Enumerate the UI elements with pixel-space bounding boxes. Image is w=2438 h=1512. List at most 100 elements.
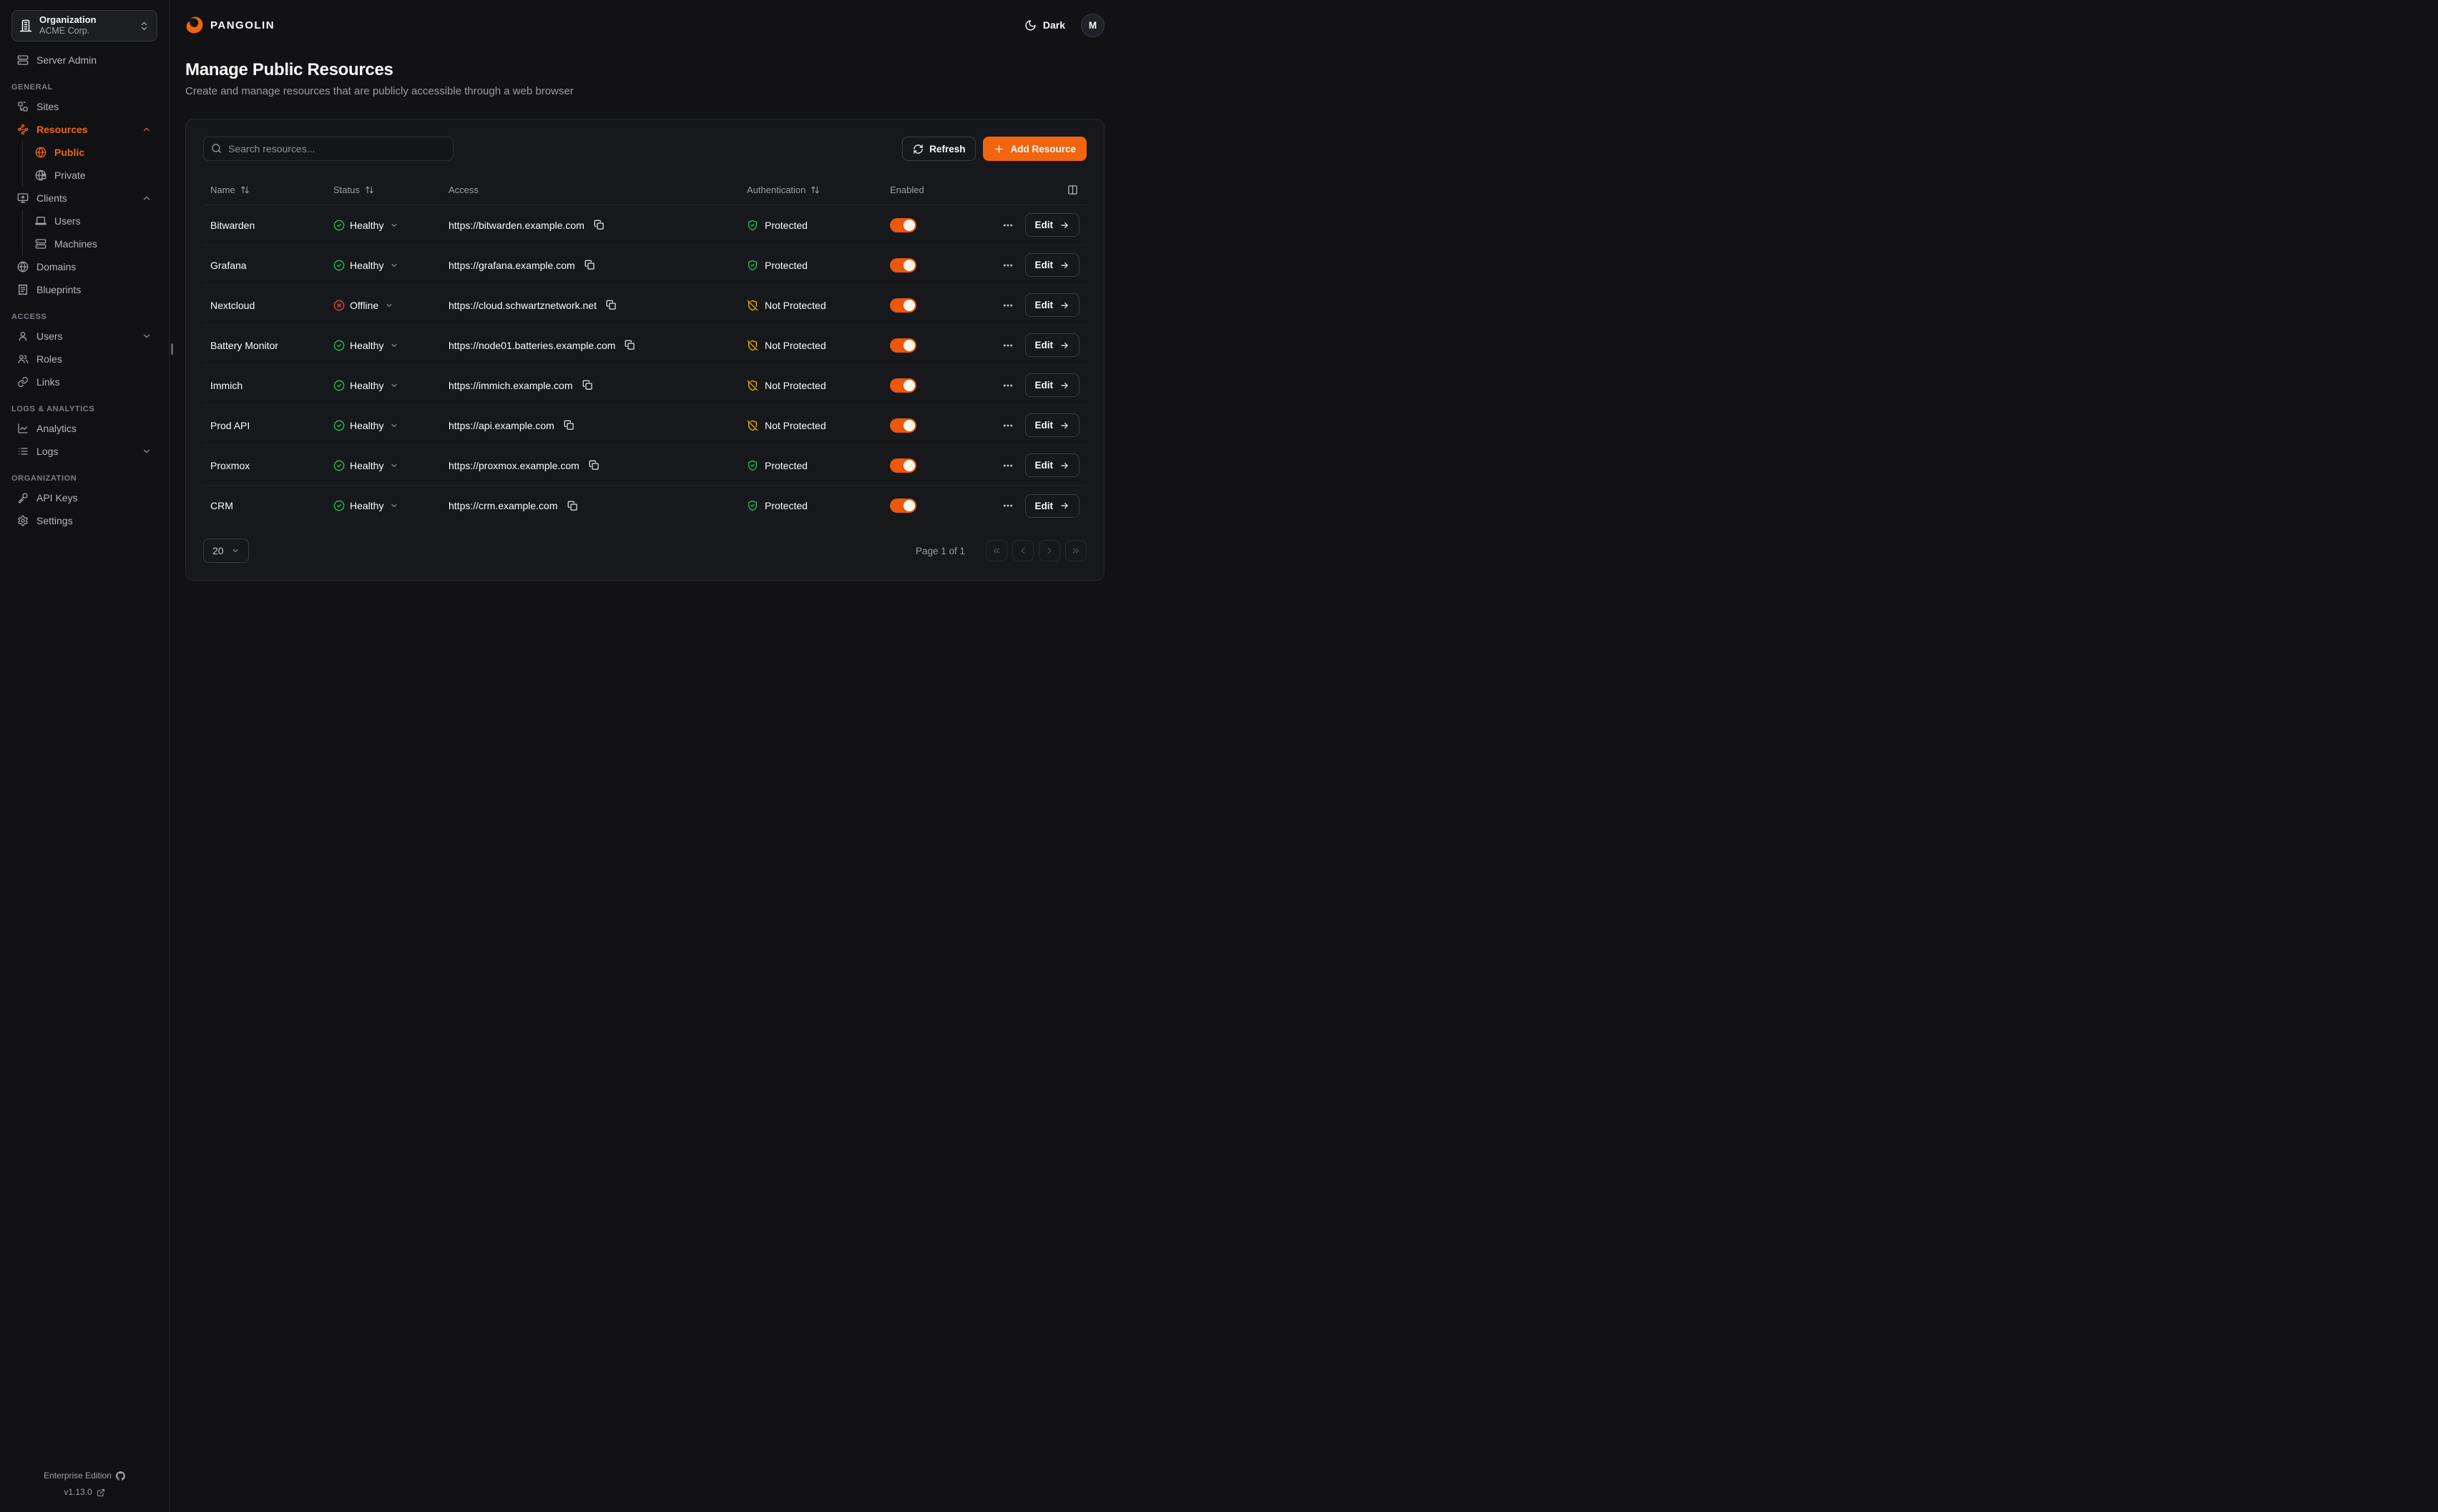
- column-header-authentication[interactable]: Authentication: [747, 185, 890, 195]
- sidebar-item-private[interactable]: Private: [23, 165, 157, 186]
- github-icon[interactable]: [116, 1471, 125, 1481]
- previous-page-button[interactable]: [1012, 540, 1034, 561]
- org-selector[interactable]: Organization ACME Corp.: [11, 10, 157, 41]
- auth-icon: [747, 500, 758, 511]
- external-link-icon[interactable]: [97, 1488, 105, 1497]
- resources-card: Refresh Add Resource Name Status: [185, 119, 1105, 581]
- column-visibility-button[interactable]: [1066, 183, 1080, 197]
- edit-button[interactable]: Edit: [1025, 413, 1080, 437]
- monitor-up-icon: [17, 192, 29, 204]
- sidebar-item-public[interactable]: Public: [23, 142, 157, 163]
- row-menu-button[interactable]: [1001, 297, 1015, 314]
- enabled-toggle[interactable]: [890, 418, 916, 433]
- enabled-toggle[interactable]: [890, 218, 916, 232]
- edition-label: Enterprise Edition: [44, 1468, 112, 1484]
- sidebar-item-links[interactable]: Links: [11, 371, 157, 393]
- page-size-select[interactable]: 20: [203, 539, 249, 563]
- status-dropdown[interactable]: Offline: [333, 300, 449, 311]
- chevron-down-icon: [142, 331, 152, 341]
- enabled-toggle[interactable]: [890, 458, 916, 473]
- sidebar-item-api-keys[interactable]: API Keys: [11, 487, 157, 509]
- edit-button[interactable]: Edit: [1025, 333, 1080, 357]
- table-header: Name Status Access Authentication Enable…: [203, 175, 1087, 205]
- column-header-status[interactable]: Status: [333, 185, 449, 195]
- globe-icon: [35, 147, 46, 158]
- sidebar-item-roles[interactable]: Roles: [11, 348, 157, 370]
- sidebar-item-domains[interactable]: Domains: [11, 256, 157, 278]
- copy-url-button[interactable]: [623, 338, 637, 352]
- copy-url-button[interactable]: [566, 499, 579, 513]
- refresh-button[interactable]: Refresh: [902, 137, 976, 161]
- arrow-right-icon: [1059, 260, 1069, 270]
- copy-url-button[interactable]: [604, 298, 618, 312]
- row-menu-button[interactable]: [1001, 257, 1015, 274]
- sort-icon[interactable]: [240, 185, 250, 195]
- table-row: Immich Healthy https://immich.example.co…: [203, 365, 1087, 406]
- sidebar-item-settings[interactable]: Settings: [11, 510, 157, 531]
- row-menu-button[interactable]: [1001, 217, 1015, 234]
- row-menu-button[interactable]: [1001, 417, 1015, 434]
- sidebar-item-users[interactable]: Users: [23, 210, 157, 232]
- last-page-button[interactable]: [1065, 540, 1087, 561]
- sidebar-scrollbar-thumb[interactable]: [171, 343, 173, 355]
- edit-button[interactable]: Edit: [1025, 293, 1080, 317]
- sidebar-item-clients[interactable]: Clients: [11, 187, 157, 209]
- sidebar-item-users[interactable]: Users: [11, 325, 157, 347]
- sidebar-item-analytics[interactable]: Analytics: [11, 418, 157, 439]
- row-menu-button[interactable]: [1001, 497, 1015, 514]
- search-input[interactable]: [203, 137, 454, 161]
- copy-url-button[interactable]: [562, 418, 576, 432]
- next-page-button[interactable]: [1039, 540, 1060, 561]
- chevron-down-icon: [385, 301, 393, 310]
- edit-button[interactable]: Edit: [1025, 373, 1080, 397]
- status-icon: [333, 460, 345, 471]
- sidebar-item-logs[interactable]: Logs: [11, 441, 157, 462]
- copy-url-button[interactable]: [581, 378, 594, 392]
- row-menu-button[interactable]: [1001, 457, 1015, 474]
- add-resource-button[interactable]: Add Resource: [983, 137, 1087, 161]
- auth-icon: [747, 220, 758, 231]
- copy-url-button[interactable]: [587, 458, 601, 472]
- sidebar-item-resources[interactable]: Resources: [11, 119, 157, 140]
- copy-url-button[interactable]: [592, 218, 606, 232]
- enabled-toggle[interactable]: [890, 499, 916, 513]
- enabled-toggle[interactable]: [890, 258, 916, 273]
- chevron-up-icon: [142, 193, 152, 203]
- status-dropdown[interactable]: Healthy: [333, 460, 449, 471]
- laptop-icon: [35, 215, 46, 227]
- status-dropdown[interactable]: Healthy: [333, 340, 449, 351]
- section-label-organization: Organization: [11, 474, 157, 483]
- sidebar-item-blueprints[interactable]: Blueprints: [11, 279, 157, 300]
- section-label-logs-analytics: Logs & Analytics: [11, 405, 157, 413]
- edit-button[interactable]: Edit: [1025, 213, 1080, 237]
- copy-url-button[interactable]: [583, 258, 597, 272]
- first-page-button[interactable]: [986, 540, 1007, 561]
- resource-url: https://node01.batteries.example.com: [449, 340, 615, 351]
- row-menu-button[interactable]: [1001, 377, 1015, 394]
- status-dropdown[interactable]: Healthy: [333, 500, 449, 511]
- resource-name: Immich: [210, 380, 333, 391]
- sort-icon[interactable]: [365, 185, 374, 195]
- enabled-toggle[interactable]: [890, 378, 916, 393]
- sort-icon[interactable]: [811, 185, 820, 195]
- status-dropdown[interactable]: Healthy: [333, 260, 449, 271]
- status-dropdown[interactable]: Healthy: [333, 380, 449, 391]
- status-dropdown[interactable]: Healthy: [333, 420, 449, 431]
- sidebar-item-machines[interactable]: Machines: [23, 233, 157, 255]
- server-icon: [35, 238, 46, 250]
- theme-toggle-button[interactable]: Dark: [1024, 19, 1065, 31]
- row-menu-button[interactable]: [1001, 337, 1015, 354]
- org-selector-label: Organization: [39, 14, 96, 26]
- user-avatar[interactable]: M: [1081, 14, 1105, 37]
- sidebar-item-server-admin[interactable]: Server Admin: [11, 49, 157, 71]
- chevron-down-icon: [390, 421, 398, 430]
- edit-button[interactable]: Edit: [1025, 253, 1080, 277]
- edit-button[interactable]: Edit: [1025, 453, 1080, 477]
- column-header-name[interactable]: Name: [210, 185, 333, 195]
- status-dropdown[interactable]: Healthy: [333, 220, 449, 231]
- edit-button[interactable]: Edit: [1025, 494, 1080, 518]
- sidebar-item-sites[interactable]: Sites: [11, 96, 157, 117]
- enabled-toggle[interactable]: [890, 298, 916, 313]
- enabled-toggle[interactable]: [890, 338, 916, 353]
- column-header-enabled: Enabled: [890, 185, 976, 195]
